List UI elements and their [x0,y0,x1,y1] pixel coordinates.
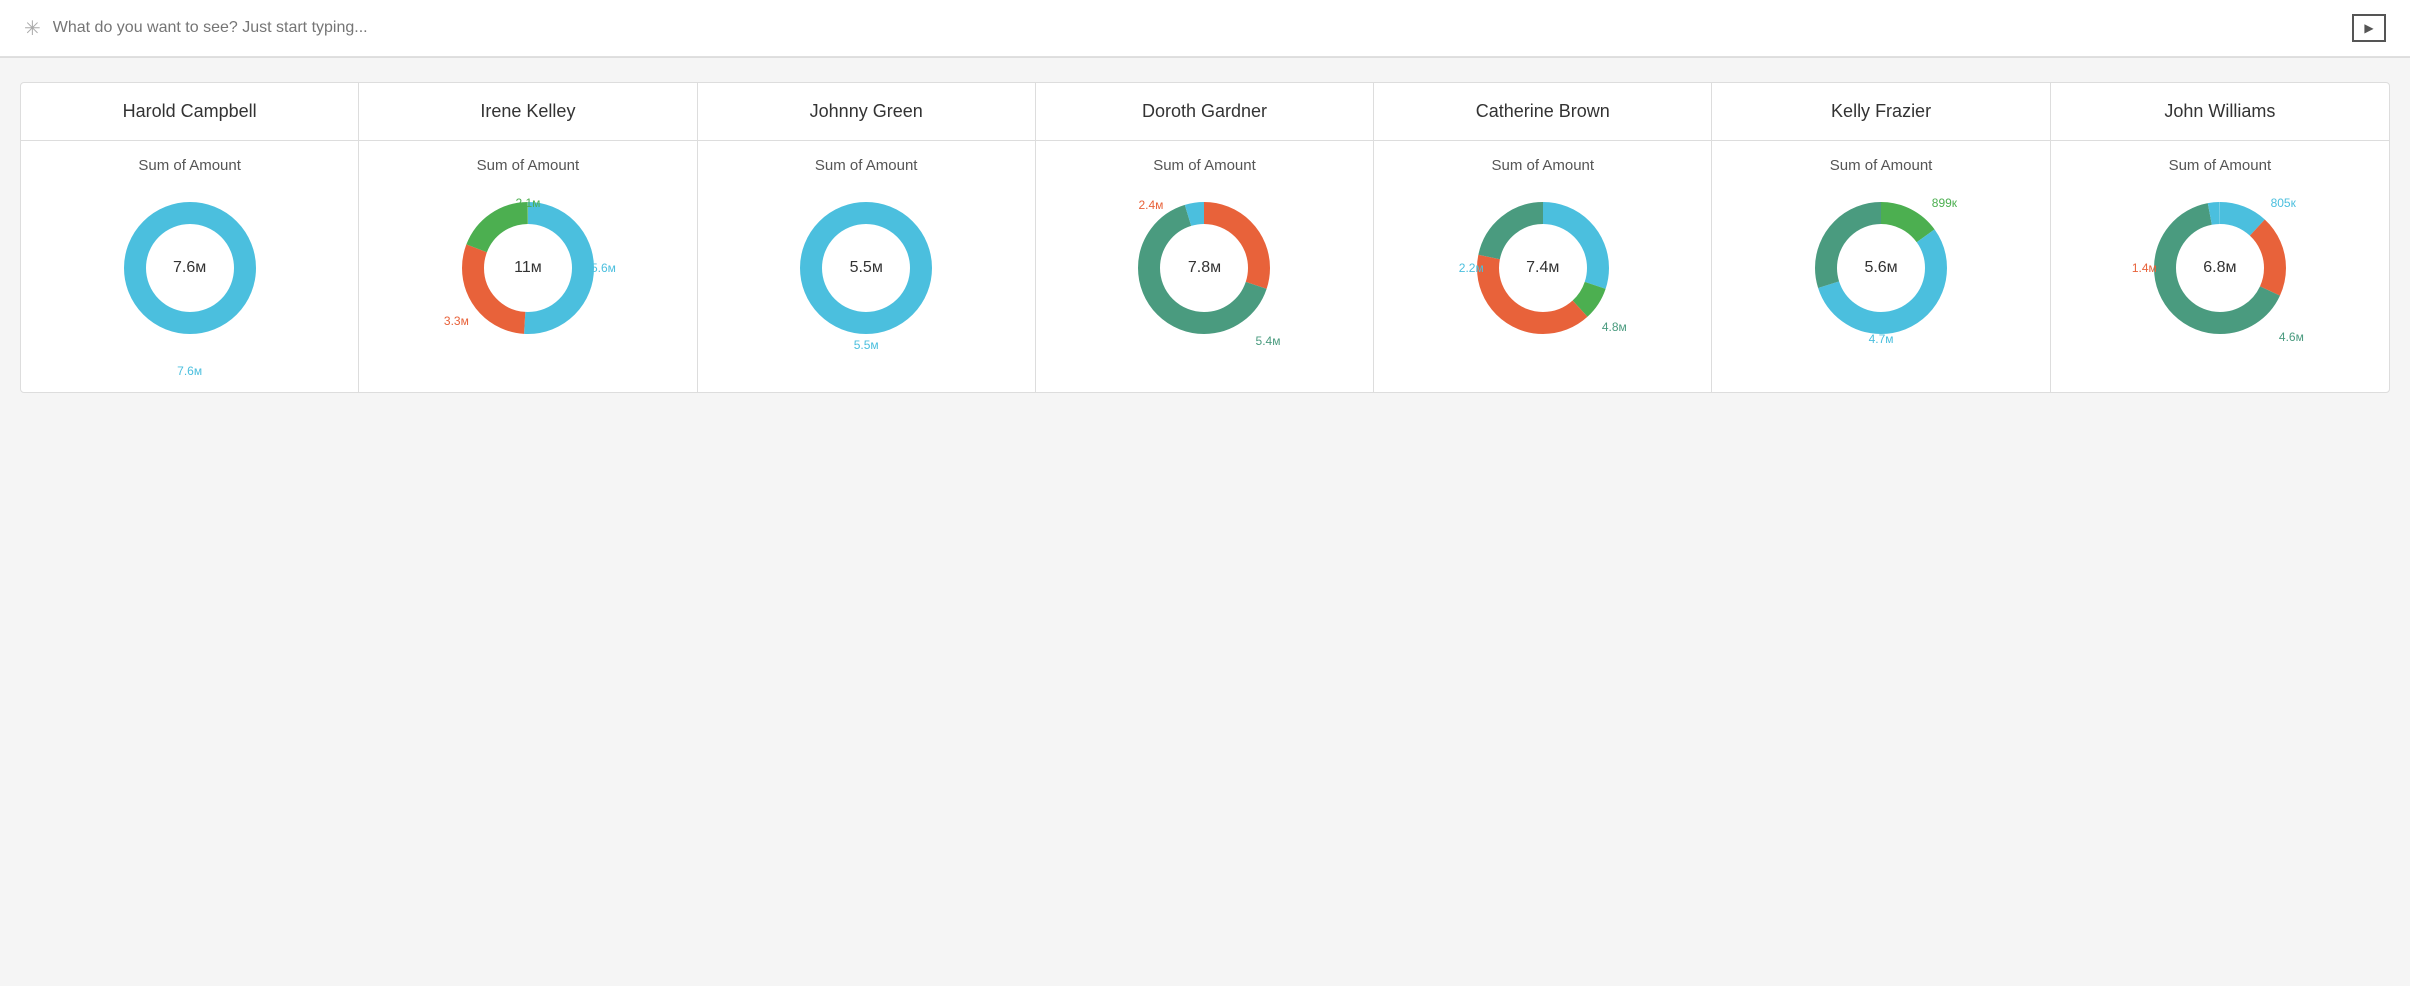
chart-title-kelly: Sum of Amount [1830,157,1933,174]
label-doroth-top: 2.4м [1138,198,1163,212]
search-input[interactable] [53,19,2340,37]
label-irene-right: 5.6м [591,261,616,275]
persons-row: Harold Campbell Irene Kelley Johnny Gree… [21,83,2389,141]
donut-kelly: 5.6м 899к 4.7м [1801,188,1961,348]
chart-harold: Sum of Amount 7.6м 7.6м [21,141,359,392]
label-doroth-bottom: 5.4м [1256,334,1281,348]
chart-kelly: Sum of Amount 5.6м 899к 4.7м [1712,141,2050,392]
person-cell-doroth: Doroth Gardner [1036,83,1374,140]
person-cell-irene: Irene Kelley [359,83,697,140]
charts-row: Sum of Amount 7.6м 7.6м Sum of Amount [21,141,2389,392]
label-catherine-right: 4.8м [1602,320,1627,334]
data-table: Harold Campbell Irene Kelley Johnny Gree… [20,82,2390,393]
chart-johnny: Sum of Amount 5.5м 5.5м [698,141,1036,392]
label-kelly-top: 899к [1932,196,1957,210]
donut-john: 6.8м 805к 1.4м 4.6м [2140,188,2300,348]
label-harold: 7.6м [177,364,202,378]
person-cell-harold: Harold Campbell [21,83,359,140]
person-cell-john: John Williams [2051,83,2389,140]
person-cell-catherine: Catherine Brown [1374,83,1712,140]
chart-john: Sum of Amount 6.8м 805к 1.4м 4.6м [2051,141,2389,392]
donut-irene: 11м 2.1м 5.6м 3.3м [448,188,608,348]
donut-johnny: 5.5м 5.5м [786,188,946,348]
search-icon: ✳ [24,16,41,41]
chart-title-johnny: Sum of Amount [815,157,918,174]
chart-irene: Sum of Amount 11м 2.1м 5.6м 3.3м [359,141,697,392]
chart-doroth: Sum of Amount 7.8м 2.4м 5.4м [1036,141,1374,392]
chart-catherine: Sum of Amount 7.4м 2.2м 4.8м [1374,141,1712,392]
label-john-right: 4.6м [2279,330,2304,344]
label-john-left: 1.4м [2132,261,2157,275]
chart-title-john: Sum of Amount [2169,157,2272,174]
chart-title-harold: Sum of Amount [138,157,241,174]
donut-harold: 7.6м [110,188,270,348]
label-john-top: 805к [2271,196,2296,210]
person-cell-kelly: Kelly Frazier [1712,83,2050,140]
label-irene-top: 2.1м [515,196,540,210]
chart-title-catherine: Sum of Amount [1492,157,1595,174]
chart-title-irene: Sum of Amount [477,157,580,174]
chart-title-doroth: Sum of Amount [1153,157,1256,174]
main-content: Harold Campbell Irene Kelley Johnny Gree… [0,58,2410,417]
search-bar: ✳ ▶ [0,0,2410,57]
donut-catherine: 7.4м 2.2м 4.8м [1463,188,1623,348]
donut-doroth: 7.8м 2.4м 5.4м [1124,188,1284,348]
label-johnny: 5.5м [854,338,879,352]
person-cell-johnny: Johnny Green [698,83,1036,140]
label-irene-left: 3.3м [444,314,469,328]
label-catherine-left: 2.2м [1459,261,1484,275]
label-kelly-bottom: 4.7м [1869,332,1894,346]
play-button[interactable]: ▶ [2352,14,2386,42]
